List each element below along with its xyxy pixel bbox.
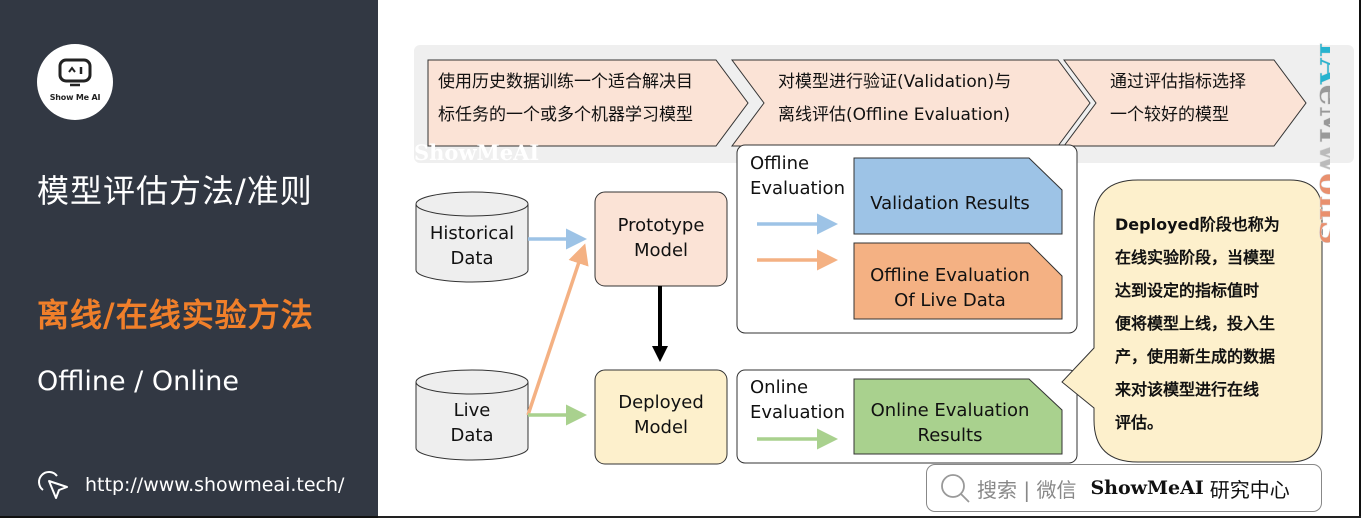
offline-eval-live-label-2: Of Live Data: [894, 290, 1006, 311]
deployed-model-label-1: Deployed: [618, 392, 704, 413]
search-hint: 搜索 | 微信: [977, 477, 1077, 502]
callout-line: 来对该模型进行在线: [1115, 380, 1260, 399]
search-icon: [941, 474, 970, 503]
online-results-label-1: Online Evaluation: [870, 400, 1030, 421]
process-step-2-line1: 对模型进行验证(Validation)与: [778, 72, 1012, 92]
process-step-2-line2: 离线评估(Offline Evaluation): [778, 105, 1011, 125]
validation-results-label: Validation Results: [870, 193, 1030, 214]
process-step-3-line2: 一个较好的模型: [1110, 105, 1229, 125]
online-results-label-2: Results: [917, 425, 983, 446]
offline-eval-live-label-1: Offline Evaluation: [870, 265, 1030, 286]
callout-line: 产，使用新生成的数据: [1115, 347, 1276, 366]
showmeai-top-watermark: ShowMeAI: [414, 140, 540, 165]
wechat-search-bar[interactable]: 搜索 | 微信 ShowMeAI 研究中心: [926, 464, 1322, 512]
live-to-prototype-arrow: [526, 243, 589, 416]
online-evaluation-label-2: Evaluation: [750, 402, 845, 423]
deployed-model-label-2: Model: [633, 417, 689, 438]
online-evaluation-label-1: Online: [750, 377, 809, 398]
offline-evaluation-label-2: Evaluation: [750, 178, 845, 199]
callout-line: 达到设定的指标值时: [1115, 281, 1260, 300]
prototype-model-label-2: Model: [633, 240, 689, 261]
callout-line: Deployed阶段也称为: [1115, 215, 1280, 234]
live-data-label-1: Live: [453, 400, 491, 421]
process-step-1-line2: 标任务的一个或多个机器学习模型: [438, 105, 693, 125]
search-brand: ShowMeAI: [1090, 477, 1204, 499]
callout-text: Deployed阶段也称为 在线实验阶段，当模型 达到设定的指标值时 便将模型上…: [1115, 208, 1315, 439]
historical-data-label-1: Historical: [429, 223, 515, 244]
callout-line: 便将模型上线，投入生: [1115, 314, 1276, 333]
callout-line: 评估。: [1115, 413, 1164, 432]
search-suffix: 研究中心: [1209, 477, 1290, 502]
prototype-model-label-1: Prototype: [617, 215, 705, 236]
process-step-1-line1: 使用历史数据训练一个适合解决目: [438, 72, 693, 92]
process-step-3-line1: 通过评估指标选择: [1110, 72, 1246, 92]
live-data-label-2: Data: [450, 425, 494, 446]
offline-evaluation-label-1: Offline: [750, 153, 810, 174]
historical-data-label-2: Data: [450, 248, 494, 269]
callout-line: 在线实验阶段，当模型: [1115, 248, 1276, 267]
